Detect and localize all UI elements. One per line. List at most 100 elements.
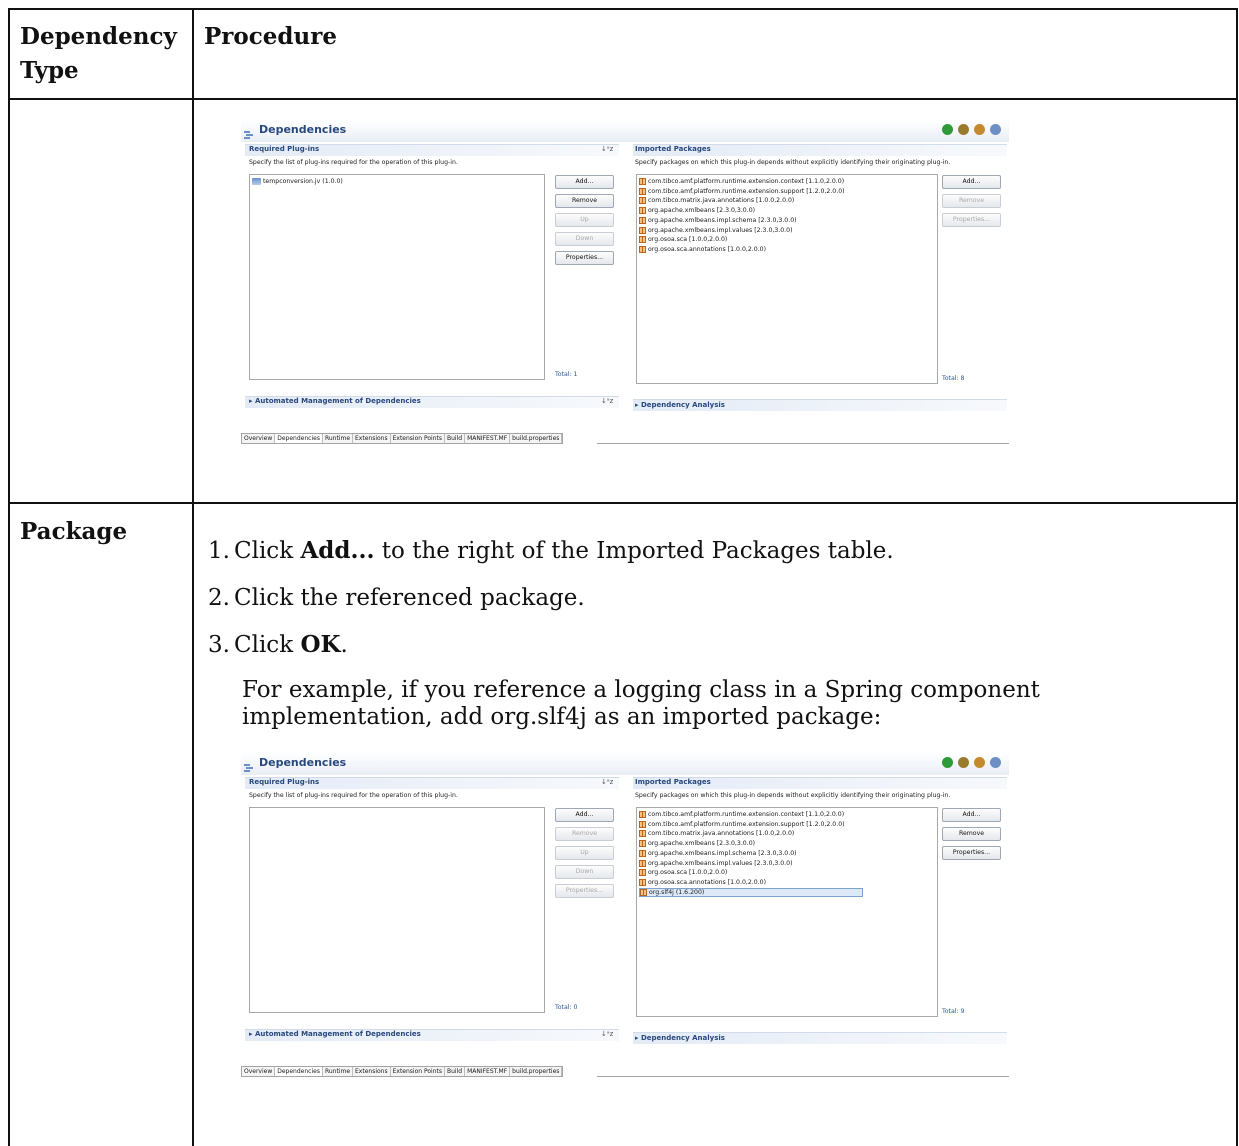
settings-icon[interactable] — [958, 757, 969, 768]
dependency-analysis-label: Dependency Analysis — [640, 1034, 725, 1042]
package-icon — [639, 869, 646, 877]
list-item[interactable]: org.osoa.sca [1.0.0,2.0.0) — [639, 235, 727, 244]
dependency-analysis-title[interactable]: ▸ Dependency Analysis — [635, 401, 725, 409]
list-item[interactable]: com.tibco.matrix.java.annotations [1.0.0… — [639, 196, 794, 205]
list-item[interactable]: tempconversion.jv (1.0.0) — [252, 177, 343, 186]
list-item[interactable]: com.tibco.amf.platform.runtime.extension… — [639, 820, 845, 829]
help-icon[interactable] — [990, 124, 1001, 135]
plugin-icon[interactable] — [974, 757, 985, 768]
procedure-step: 3. Click OK. — [194, 630, 1236, 660]
package-name: org.apache.xmlbeans.impl.schema [2.3.0,3… — [648, 849, 797, 857]
package-name: org.osoa.sca.annotations [1.0.0,2.0.0) — [648, 245, 767, 253]
sort-icon[interactable]: ↓ᵃz — [601, 397, 613, 405]
imported-properties-button[interactable]: Properties... — [942, 213, 1001, 227]
required-plugins-list[interactable]: tempconversion.jv (1.0.0) — [249, 174, 545, 380]
tab-build-properties[interactable]: build.properties — [510, 434, 563, 443]
required-up-button[interactable]: Up — [555, 213, 614, 227]
automated-management-label: Automated Management of Dependencies — [254, 397, 421, 405]
tab-runtime[interactable]: Runtime — [323, 1067, 354, 1076]
required-plugins-title: Required Plug-ins — [249, 778, 320, 786]
list-item[interactable]: com.tibco.amf.platform.runtime.extension… — [639, 810, 844, 819]
package-icon — [639, 216, 646, 224]
list-item[interactable]: org.apache.xmlbeans [2.3.0,3.0.0) — [639, 839, 755, 848]
empty-type-cell — [8, 98, 194, 504]
imported-total: Total: 8 — [942, 375, 965, 382]
list-item[interactable]: org.osoa.sca [1.0.0,2.0.0) — [639, 868, 727, 877]
tab-overview[interactable]: Overview — [242, 1067, 276, 1076]
tab-extensions[interactable]: Extensions — [353, 1067, 391, 1076]
step-text: Click OK. — [234, 630, 348, 660]
sort-icon[interactable]: ↓ᵃz — [601, 145, 613, 153]
tab-extensions[interactable]: Extensions — [353, 434, 391, 443]
tab-extension-points[interactable]: Extension Points — [391, 1067, 445, 1076]
required-remove-button[interactable]: Remove — [555, 827, 614, 841]
required-plugins-list[interactable] — [249, 807, 545, 1013]
automated-management-label: Automated Management of Dependencies — [254, 1030, 421, 1038]
tab-runtime[interactable]: Runtime — [323, 434, 354, 443]
required-total: Total: 0 — [555, 1004, 578, 1011]
list-item[interactable]: org.slf4j (1.6.200) — [639, 887, 863, 897]
imported-packages-list[interactable]: com.tibco.amf.platform.runtime.extension… — [636, 174, 938, 384]
list-item[interactable]: org.apache.xmlbeans.impl.schema [2.3.0,3… — [639, 849, 797, 858]
tab-build-properties[interactable]: build.properties — [510, 1067, 563, 1076]
step-number: 2. — [208, 585, 230, 611]
tab-manifest-mf[interactable]: MANIFEST.MF — [465, 1067, 511, 1076]
package-name: org.osoa.sca [1.0.0,2.0.0) — [648, 236, 728, 244]
run-icon[interactable] — [942, 124, 953, 135]
automated-management-title[interactable]: ▸ Automated Management of Dependencies — [249, 397, 421, 405]
procedure-cell: 1. Click Add... to the right of the Impor… — [192, 502, 1238, 1146]
required-remove-button[interactable]: Remove — [555, 194, 614, 208]
list-item[interactable]: org.apache.xmlbeans.impl.values [2.3.0,3… — [639, 226, 793, 235]
step-text-pre: Click — [234, 632, 301, 658]
tab-overview[interactable]: Overview — [242, 434, 276, 443]
list-item[interactable]: org.apache.xmlbeans [2.3.0,3.0.0) — [639, 206, 755, 215]
tab-dependencies[interactable]: Dependencies — [275, 1067, 323, 1076]
list-item[interactable]: org.apache.xmlbeans.impl.schema [2.3.0,3… — [639, 216, 797, 225]
package-name: com.tibco.matrix.java.annotations [1.0.0… — [648, 197, 795, 205]
list-item[interactable]: com.tibco.matrix.java.annotations [1.0.0… — [639, 829, 794, 838]
package-name: org.apache.xmlbeans [2.3.0,3.0.0) — [648, 207, 756, 215]
imported-properties-button[interactable]: Properties... — [942, 846, 1001, 860]
imported-remove-button[interactable]: Remove — [942, 827, 1001, 841]
plugin-icon[interactable] — [974, 124, 985, 135]
procedure-cell: Dependencies Required Plug-ins ↓ᵃz Specify … — [192, 98, 1238, 504]
list-item[interactable]: org.osoa.sca.annotations [1.0.0,2.0.0) — [639, 878, 766, 887]
dependency-analysis-title[interactable]: ▸ Dependency Analysis — [635, 1034, 725, 1042]
imported-packages-list[interactable]: com.tibco.amf.platform.runtime.extension… — [636, 807, 938, 1017]
tab-build[interactable]: Build — [445, 434, 466, 443]
imported-packages-title: Imported Packages — [635, 145, 711, 153]
tab-build[interactable]: Build — [445, 1067, 466, 1076]
imported-add-button[interactable]: Add... — [942, 175, 1001, 189]
package-icon — [639, 197, 646, 205]
tab-extension-points[interactable]: Extension Points — [391, 434, 445, 443]
required-properties-button[interactable]: Properties... — [555, 251, 614, 265]
tab-dependencies[interactable]: Dependencies — [275, 434, 323, 443]
package-name: org.osoa.sca [1.0.0,2.0.0) — [648, 869, 728, 877]
automated-management-title[interactable]: ▸ Automated Management of Dependencies — [249, 1030, 421, 1038]
required-down-button[interactable]: Down — [555, 865, 614, 879]
imported-add-button[interactable]: Add... — [942, 808, 1001, 822]
editor-title-bar: Dependencies — [241, 120, 1009, 142]
required-add-button[interactable]: Add... — [555, 175, 614, 189]
step-text: Click Add... to the right of the Importe… — [234, 536, 894, 566]
list-item[interactable]: com.tibco.amf.platform.runtime.extension… — [639, 187, 845, 196]
required-up-button[interactable]: Up — [555, 846, 614, 860]
run-icon[interactable] — [942, 757, 953, 768]
tab-bar-line — [597, 433, 1009, 444]
package-icon — [639, 878, 646, 886]
package-icon — [639, 207, 646, 215]
tab-manifest-mf[interactable]: MANIFEST.MF — [465, 434, 511, 443]
required-down-button[interactable]: Down — [555, 232, 614, 246]
help-icon[interactable] — [990, 757, 1001, 768]
list-item[interactable]: com.tibco.amf.platform.runtime.extension… — [639, 177, 844, 186]
list-item[interactable]: org.apache.xmlbeans.impl.values [2.3.0,3… — [639, 859, 793, 868]
imported-remove-button[interactable]: Remove — [942, 194, 1001, 208]
settings-icon[interactable] — [958, 124, 969, 135]
dependencies-icon — [243, 125, 255, 139]
list-item[interactable]: org.osoa.sca.annotations [1.0.0,2.0.0) — [639, 245, 766, 254]
required-add-button[interactable]: Add... — [555, 808, 614, 822]
required-properties-button[interactable]: Properties... — [555, 884, 614, 898]
sort-icon[interactable]: ↓ᵃz — [601, 1030, 613, 1038]
col-header-dependency-type: Dependency Type — [8, 8, 194, 100]
sort-icon[interactable]: ↓ᵃz — [601, 778, 613, 786]
